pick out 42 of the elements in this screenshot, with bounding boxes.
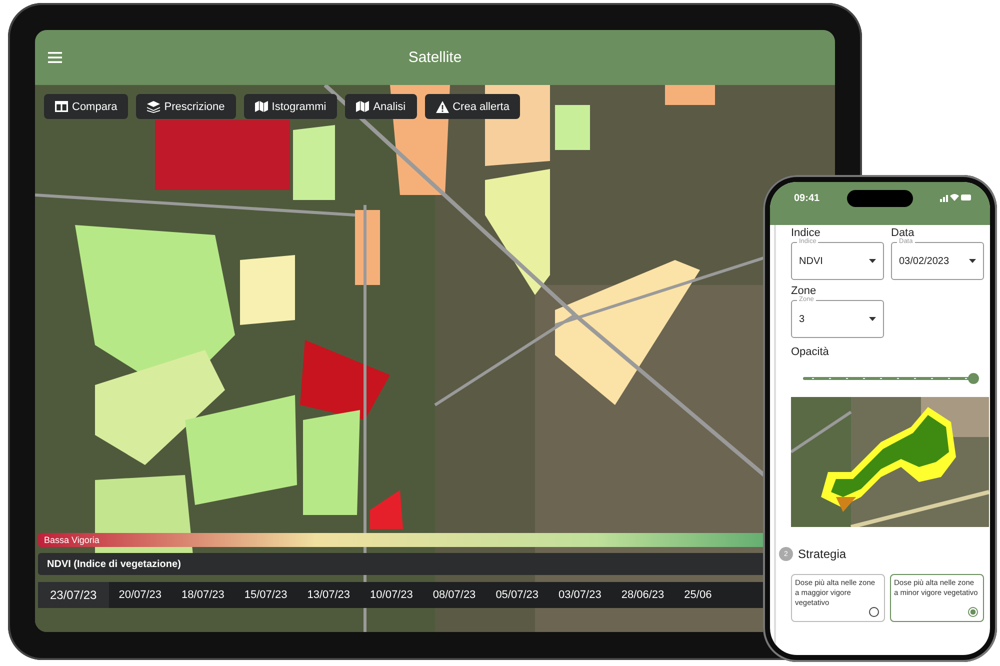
date-tab[interactable]: 28/06/23 bbox=[611, 582, 674, 608]
toolbar-button[interactable]: Compara bbox=[44, 94, 128, 119]
toolbar-button[interactable]: Istogrammi bbox=[244, 94, 338, 119]
field-heading: Data bbox=[891, 227, 916, 239]
date-tab[interactable]: 05/07/23 bbox=[486, 582, 549, 608]
crop-field bbox=[240, 255, 295, 325]
toolbar-button[interactable]: Analisi bbox=[345, 94, 417, 119]
camera-notch bbox=[846, 190, 913, 207]
step-title: Strategia bbox=[798, 547, 846, 561]
caret-icon bbox=[869, 317, 876, 321]
date-tab[interactable]: 10/07/23 bbox=[360, 582, 423, 608]
index-label: NDVI (Indice di vegetazione) bbox=[47, 558, 181, 570]
caret-icon bbox=[969, 259, 976, 263]
crop-field bbox=[370, 490, 403, 529]
opacity-label: Opacità bbox=[791, 346, 830, 359]
date-tab[interactable]: 15/07/23 bbox=[234, 582, 298, 608]
toolbar-button[interactable]: Prescrizione bbox=[136, 94, 236, 119]
map-icon bbox=[254, 101, 268, 112]
crop-field bbox=[555, 105, 590, 150]
layers-icon bbox=[147, 100, 160, 112]
date-tab[interactable]: 13/07/23 bbox=[297, 582, 360, 608]
date-tab[interactable]: 25/06 bbox=[674, 582, 722, 608]
legend-label: Bassa Vigoria bbox=[44, 535, 100, 545]
menu-icon[interactable] bbox=[48, 52, 62, 63]
radio-button[interactable] bbox=[968, 607, 978, 617]
columns-icon bbox=[55, 101, 68, 112]
date-tab[interactable]: 03/07/23 bbox=[548, 582, 612, 608]
field-heading: Zone bbox=[791, 285, 818, 297]
field-heading: Indice bbox=[791, 227, 822, 239]
status-icons-drawing bbox=[940, 193, 972, 202]
clock: 09:41 bbox=[794, 193, 820, 204]
crop-field bbox=[665, 85, 715, 105]
map-icon bbox=[356, 101, 370, 112]
toolbar-button[interactable]: Crea allerta bbox=[424, 94, 520, 119]
date-tab[interactable]: 20/07/23 bbox=[108, 582, 172, 608]
warning-icon bbox=[436, 100, 449, 112]
caret-icon bbox=[869, 259, 876, 263]
date-tab[interactable]: 23/07/23 bbox=[38, 582, 109, 608]
date-tab[interactable]: 08/07/23 bbox=[422, 582, 486, 608]
screen-title: Satellite bbox=[408, 49, 463, 66]
radio-button[interactable] bbox=[869, 607, 879, 617]
date-tab[interactable]: 18/07/23 bbox=[172, 582, 234, 608]
